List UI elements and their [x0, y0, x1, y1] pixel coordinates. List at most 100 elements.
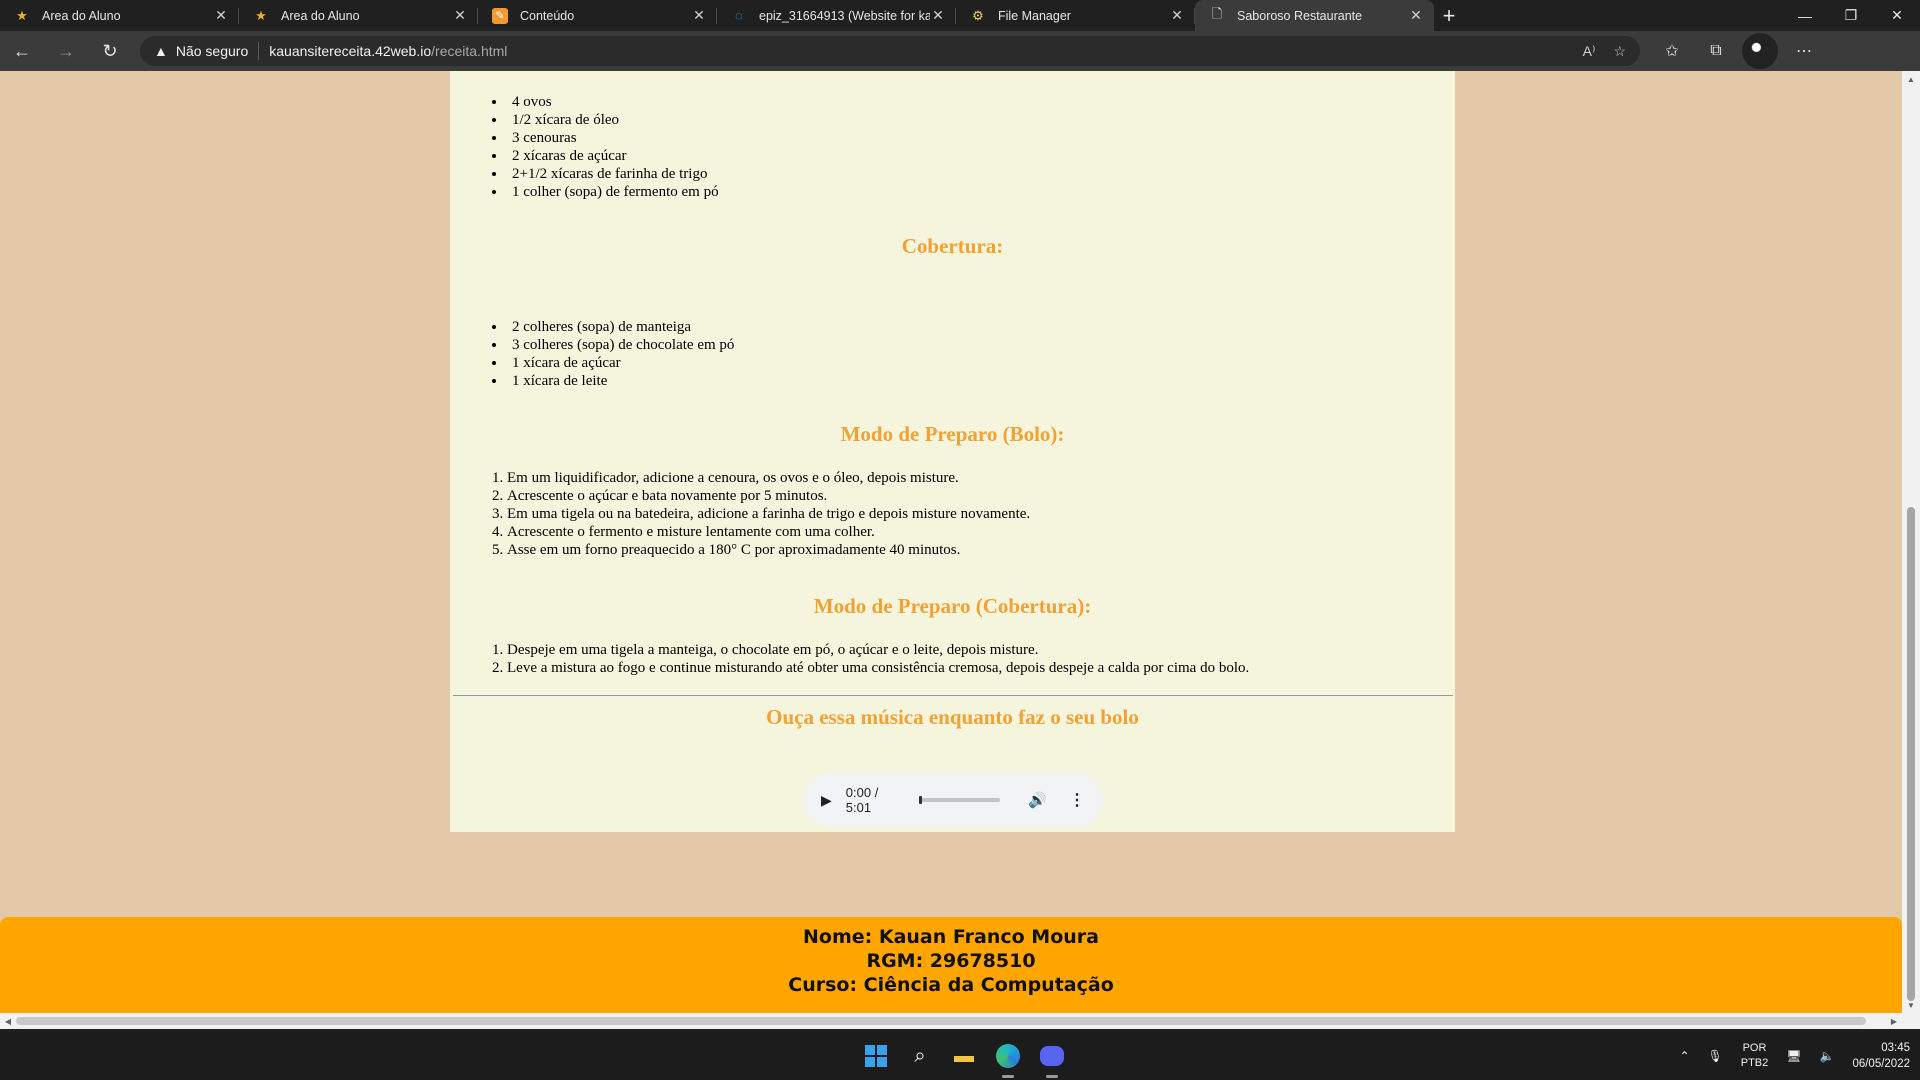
- taskbar: ⌕ ▬ ⌃ 🎙 POR PTB2 🖥 🔈 03:45 06/05/2022: [0, 1032, 1920, 1080]
- tab-area-do-aluno-1[interactable]: ★ Area do Aluno ✕: [0, 0, 239, 31]
- forward-icon[interactable]: →: [44, 31, 88, 71]
- windows-logo-icon: [865, 1045, 887, 1067]
- vertical-scrollbar[interactable]: ▲ ▼: [1902, 71, 1920, 1029]
- read-aloud-icon[interactable]: A⁾: [1583, 43, 1596, 60]
- list-item: 3 cenouras: [492, 129, 719, 147]
- file-explorer-icon[interactable]: ▬: [946, 1038, 982, 1074]
- cobertura-heading: Cobertura:: [901, 234, 1004, 258]
- preparo-bolo-steps: Em um liquidificador, adicione a cenoura…: [492, 469, 1030, 559]
- collections-icon[interactable]: ⧉: [1698, 33, 1734, 69]
- keyboard-layout: PTB2: [1740, 1057, 1769, 1069]
- list-item: 1 xícara de leite: [492, 372, 734, 390]
- edge-browser-icon[interactable]: [990, 1038, 1026, 1078]
- tab-title: Saboroso Restaurante: [1237, 8, 1363, 23]
- minimize-icon[interactable]: —: [1782, 0, 1828, 31]
- more-options-icon[interactable]: ⋮: [1069, 790, 1085, 810]
- list-item: 2+1/2 xícaras de farinha de trigo: [492, 165, 719, 183]
- close-icon[interactable]: ✕: [691, 7, 707, 24]
- tab-epiz[interactable]: ◌ epiz_31664913 (Website for kaua ✕: [717, 0, 956, 31]
- bolo-ingredients-list: 4 ovos 1/2 xícara de óleo 3 cenouras 2 x…: [492, 93, 719, 201]
- close-icon[interactable]: ✕: [452, 7, 468, 24]
- avatar: [1742, 33, 1778, 69]
- music-heading: Ouça essa música enquanto faz o seu bolo: [766, 705, 1139, 729]
- restore-icon[interactable]: ❐: [1828, 0, 1874, 31]
- horizontal-scrollbar[interactable]: ◀ ▶: [0, 1013, 1902, 1029]
- list-item: 4 ovos: [492, 93, 719, 111]
- loading-icon: ◌: [735, 8, 743, 23]
- taskbar-apps: ⌕ ▬: [858, 1038, 1070, 1078]
- warning-icon[interactable]: ▲: [154, 43, 168, 59]
- search-icon[interactable]: ⌕: [902, 1038, 938, 1074]
- discord-icon[interactable]: [1034, 1038, 1070, 1078]
- star-icon: ★: [16, 7, 28, 23]
- play-icon[interactable]: ▶: [821, 792, 832, 809]
- close-icon[interactable]: ✕: [1169, 7, 1185, 24]
- window-controls: — ❐ ✕: [1782, 0, 1920, 31]
- favorites-icon[interactable]: ✩: [1654, 33, 1690, 69]
- browser-toolbar: ← → ↻ ▲ Não seguro kauansitereceita.42we…: [0, 31, 1920, 71]
- volume-icon[interactable]: 🔊: [1028, 791, 1047, 809]
- start-button[interactable]: [858, 1038, 894, 1074]
- close-icon[interactable]: ✕: [1408, 7, 1424, 24]
- audio-player[interactable]: ▶ 0:00 / 5:01 🔊 ⋮: [803, 773, 1103, 827]
- scrollbar-thumb[interactable]: [1907, 507, 1915, 1001]
- tab-file-manager[interactable]: ⚙ File Manager ✕: [956, 0, 1195, 31]
- divider: [258, 42, 260, 60]
- edge-icon: [996, 1044, 1020, 1068]
- document-icon: 🗋: [1211, 5, 1223, 21]
- scrollbar-thumb[interactable]: [16, 1017, 1866, 1025]
- tab-conteudo[interactable]: ✎ Conteúdo ✕: [478, 0, 717, 31]
- list-item: Em um liquidificador, adicione a cenoura…: [492, 469, 1030, 487]
- volume-icon[interactable]: 🔈: [1819, 1049, 1834, 1063]
- list-item: Leve a mistura ao fogo e continue mistur…: [492, 659, 1249, 677]
- chevron-up-icon[interactable]: ⌃: [1679, 1049, 1689, 1063]
- pencil-icon: ✎: [492, 7, 508, 24]
- list-item: 2 xícaras de açúcar: [492, 147, 719, 165]
- toolbar-actions: ✩ ⧉ ⋯: [1654, 33, 1822, 69]
- new-tab-button[interactable]: +: [1434, 0, 1464, 31]
- list-item: Asse em um forno preaquecido a 180° C po…: [492, 541, 1030, 559]
- list-item: 3 colheres (sopa) de chocolate em pó: [492, 336, 734, 354]
- microphone-icon[interactable]: 🎙: [1708, 1049, 1723, 1063]
- gear-icon: ⚙: [972, 7, 984, 23]
- list-item: Acrescente o açúcar e bata novamente por…: [492, 487, 1030, 505]
- back-icon[interactable]: ←: [0, 31, 44, 71]
- clock-date: 06/05/2022: [1852, 1058, 1910, 1070]
- more-menu-icon[interactable]: ⋯: [1786, 33, 1822, 69]
- list-item: Despeje em uma tigela a manteiga, o choc…: [492, 641, 1249, 659]
- preparo-bolo-heading: Modo de Preparo (Bolo):: [840, 422, 1065, 446]
- audio-seek-slider[interactable]: [919, 796, 1001, 804]
- scroll-up-icon[interactable]: ▲: [1902, 71, 1920, 87]
- footer-course: Curso: Ciência da Computação: [788, 974, 1114, 996]
- language-indicator[interactable]: POR PTB2: [1741, 1041, 1769, 1071]
- address-bar[interactable]: ▲ Não seguro kauansitereceita.42web.io /…: [140, 36, 1640, 66]
- clock[interactable]: 03:45 06/05/2022: [1852, 1040, 1910, 1072]
- security-label[interactable]: Não seguro: [176, 43, 248, 59]
- tab-saboroso-restaurante[interactable]: 🗋 Saboroso Restaurante ✕: [1195, 0, 1434, 31]
- star-icon: ★: [255, 7, 267, 23]
- divider: [453, 695, 1453, 696]
- scroll-down-icon[interactable]: ▼: [1902, 997, 1920, 1013]
- tab-title: File Manager: [998, 8, 1071, 23]
- close-icon[interactable]: ✕: [213, 7, 229, 24]
- address-bar-actions: A⁾ ☆: [1583, 43, 1626, 60]
- add-favorite-icon[interactable]: ☆: [1613, 43, 1626, 60]
- network-icon[interactable]: 🖥: [1786, 1049, 1801, 1063]
- language-code: POR: [1742, 1042, 1767, 1054]
- tab-strip: ★ Area do Aluno ✕ ★ Area do Aluno ✕ ✎ Co…: [0, 0, 1920, 31]
- reload-icon[interactable]: ↻: [88, 31, 132, 71]
- tab-title: Area do Aluno: [281, 8, 360, 23]
- page-footer: Nome: Kauan Franco Moura RGM: 29678510 C…: [0, 917, 1902, 1014]
- list-item: Em uma tigela ou na batedeira, adicione …: [492, 505, 1030, 523]
- profile-avatar[interactable]: [1742, 33, 1778, 69]
- footer-rgm: RGM: 29678510: [866, 950, 1036, 972]
- preparo-cobertura-steps: Despeje em uma tigela a manteiga, o choc…: [492, 641, 1249, 677]
- system-tray: ⌃ 🎙 POR PTB2 🖥 🔈 03:45 06/05/2022: [1679, 1032, 1910, 1080]
- tab-area-do-aluno-2[interactable]: ★ Area do Aluno ✕: [239, 0, 478, 31]
- close-icon[interactable]: ✕: [930, 7, 946, 24]
- scroll-right-icon[interactable]: ▶: [1886, 1013, 1902, 1029]
- clock-time: 03:45: [1881, 1042, 1910, 1054]
- list-item: Acrescente o fermento e misture lentamen…: [492, 523, 1030, 541]
- scroll-left-icon[interactable]: ◀: [0, 1013, 16, 1029]
- close-window-icon[interactable]: ✕: [1874, 0, 1920, 31]
